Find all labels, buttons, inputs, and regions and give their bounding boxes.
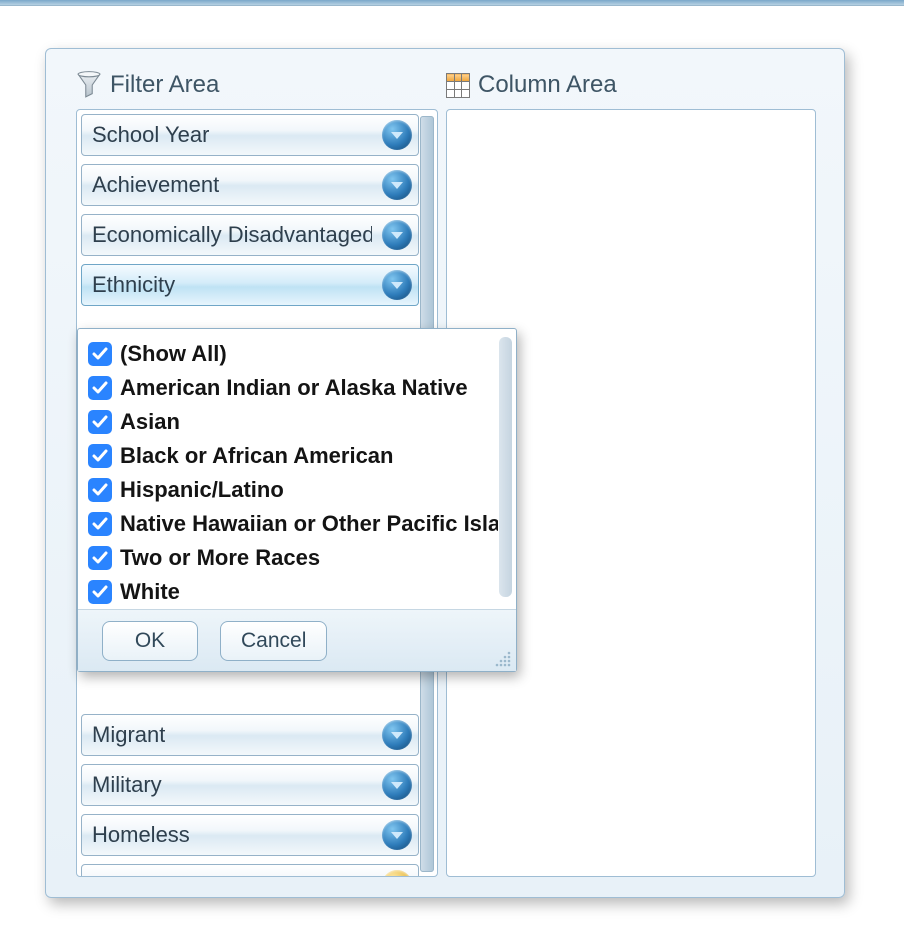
column-area-label: Column Area <box>478 71 617 99</box>
checkbox-checked-icon[interactable] <box>88 478 112 502</box>
ok-button-label: OK <box>135 629 165 653</box>
ethnicity-option-american-indian[interactable]: American Indian or Alaska Native <box>88 371 498 405</box>
funnel-icon <box>76 71 102 99</box>
filter-chip-label: Migrant <box>92 722 165 748</box>
ethnicity-option-hispanic[interactable]: Hispanic/Latino <box>88 473 498 507</box>
filter-area-label: Filter Area <box>110 71 219 99</box>
popup-footer: OK Cancel <box>78 609 516 671</box>
chevron-down-icon <box>390 829 404 841</box>
chevron-down-icon <box>390 729 404 741</box>
cancel-button-label: Cancel <box>241 629 306 653</box>
ethnicity-option-label: American Indian or Alaska Native <box>120 375 468 401</box>
filter-chip-label: Economically Disadvantaged <box>92 222 372 248</box>
ethnicity-option-native-hawaiian[interactable]: Native Hawaiian or Other Pacific Islande… <box>88 507 498 541</box>
ethnicity-option-white[interactable]: White <box>88 575 498 609</box>
filter-chip-label: Homeless <box>92 822 190 848</box>
filter-area-header: Filter Area <box>76 71 219 99</box>
ethnicity-option-list: (Show All) American Indian or Alaska Nat… <box>78 329 516 609</box>
chip-dropdown-button[interactable] <box>382 270 412 300</box>
column-area-header: Column Area <box>446 71 617 99</box>
checkbox-checked-icon[interactable] <box>88 580 112 604</box>
filter-chip-label: Achievement <box>92 172 219 198</box>
grid-icon <box>446 73 470 97</box>
ethnicity-option-black[interactable]: Black or African American <box>88 439 498 473</box>
ethnicity-option-show-all[interactable]: (Show All) <box>88 337 498 371</box>
ok-button[interactable]: OK <box>102 621 198 661</box>
filter-chip-assessment[interactable]: Assessment <box>81 864 419 877</box>
ethnicity-option-asian[interactable]: Asian <box>88 405 498 439</box>
top-divider <box>0 0 904 6</box>
chip-dropdown-button[interactable] <box>382 170 412 200</box>
chip-dropdown-button[interactable] <box>382 770 412 800</box>
ethnicity-option-label: Asian <box>120 409 180 435</box>
chip-dropdown-button[interactable] <box>382 220 412 250</box>
resize-grip-icon[interactable] <box>494 650 512 668</box>
checkbox-checked-icon[interactable] <box>88 342 112 366</box>
checkbox-checked-icon[interactable] <box>88 376 112 400</box>
ethnicity-option-label: White <box>120 579 180 605</box>
chevron-down-icon <box>390 129 404 141</box>
filter-chip-label: Assessment <box>92 872 212 877</box>
filter-chip-label: Military <box>92 772 162 798</box>
ethnicity-option-label: Black or African American <box>120 443 393 469</box>
ethnicity-option-label: Hispanic/Latino <box>120 477 284 503</box>
chevron-down-icon <box>390 779 404 791</box>
checkbox-checked-icon[interactable] <box>88 444 112 468</box>
popup-scrollbar-thumb[interactable] <box>499 337 512 597</box>
ethnicity-option-two-or-more[interactable]: Two or More Races <box>88 541 498 575</box>
checkbox-checked-icon[interactable] <box>88 512 112 536</box>
filter-chip-achievement[interactable]: Achievement <box>81 164 419 206</box>
ethnicity-option-label: (Show All) <box>120 341 227 367</box>
checkbox-checked-icon[interactable] <box>88 546 112 570</box>
chip-dropdown-button[interactable] <box>382 820 412 850</box>
checkbox-checked-icon[interactable] <box>88 410 112 434</box>
filter-chip-econ-disadvantaged[interactable]: Economically Disadvantaged <box>81 214 419 256</box>
filter-chip-homeless[interactable]: Homeless <box>81 814 419 856</box>
filter-chip-school-year[interactable]: School Year <box>81 114 419 156</box>
filter-chip-label: Ethnicity <box>92 272 175 298</box>
chevron-down-icon <box>390 229 404 241</box>
filter-chip-label: School Year <box>92 122 209 148</box>
ethnicity-option-label: Two or More Races <box>120 545 320 571</box>
filter-chip-migrant[interactable]: Migrant <box>81 714 419 756</box>
cancel-button[interactable]: Cancel <box>220 621 327 661</box>
ethnicity-filter-popup: (Show All) American Indian or Alaska Nat… <box>77 328 517 672</box>
filter-chip-military[interactable]: Military <box>81 764 419 806</box>
chip-dropdown-button[interactable] <box>382 870 412 877</box>
chevron-down-icon <box>390 179 404 191</box>
chevron-down-icon <box>390 279 404 291</box>
chip-dropdown-button[interactable] <box>382 120 412 150</box>
ethnicity-option-label: Native Hawaiian or Other Pacific Islande… <box>120 511 498 537</box>
chip-dropdown-button[interactable] <box>382 720 412 750</box>
filter-chip-ethnicity[interactable]: Ethnicity <box>81 264 419 306</box>
